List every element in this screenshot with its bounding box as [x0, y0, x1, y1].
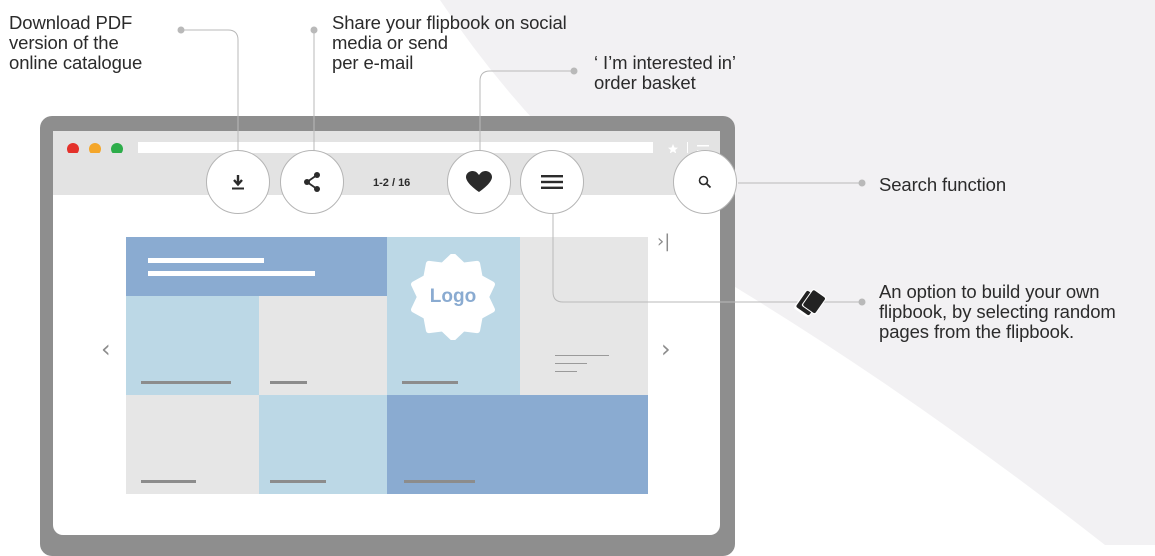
caption-placeholder — [141, 381, 231, 384]
search-button[interactable] — [673, 150, 737, 214]
caption-placeholder — [270, 381, 307, 384]
caption-placeholder — [404, 480, 475, 483]
search-icon — [698, 175, 712, 189]
caption-placeholder — [141, 480, 196, 483]
heart-icon — [466, 171, 492, 192]
chevron-left-icon[interactable]: ‹ — [101, 335, 111, 363]
search-annotation: Search function — [879, 174, 1007, 195]
header-block — [126, 237, 387, 296]
menu-button[interactable] — [520, 150, 584, 214]
cards-icon — [794, 289, 827, 318]
menu-icon — [541, 175, 563, 189]
download-icon — [232, 175, 244, 190]
skip-to-last-icon[interactable]: ›| — [657, 231, 670, 252]
image-block — [259, 296, 387, 395]
image-block — [126, 395, 259, 494]
share-icon — [304, 172, 320, 192]
text-line — [555, 355, 609, 356]
interested-annotation: ‘ I’m interested in’ order basket — [594, 52, 736, 93]
page-indicator: 1-2 / 16 — [373, 177, 411, 189]
text-line — [555, 363, 587, 364]
share-button[interactable] — [280, 150, 344, 214]
title-placeholder — [148, 258, 264, 263]
interested-button[interactable] — [447, 150, 511, 214]
share-annotation: Share your flipbook on social media or s… — [332, 12, 567, 73]
build-flipbook-annotation: An option to build your own flipbook, by… — [879, 281, 1116, 342]
caption-placeholder — [270, 480, 326, 483]
image-block — [259, 395, 387, 494]
text-line — [555, 371, 577, 372]
wide-image-block — [387, 395, 648, 494]
grey-page-block — [520, 237, 648, 395]
download-button[interactable] — [206, 150, 270, 214]
logo-block: Logo — [387, 237, 520, 395]
caption-placeholder — [402, 381, 458, 384]
subtitle-placeholder — [148, 271, 315, 276]
download-annotation: Download PDF version of the online catal… — [9, 12, 143, 73]
logo-text: Logo — [429, 286, 477, 307]
image-block — [126, 296, 259, 395]
flipbook-viewport: Logo — [53, 195, 720, 535]
chevron-right-icon[interactable]: › — [661, 335, 671, 363]
